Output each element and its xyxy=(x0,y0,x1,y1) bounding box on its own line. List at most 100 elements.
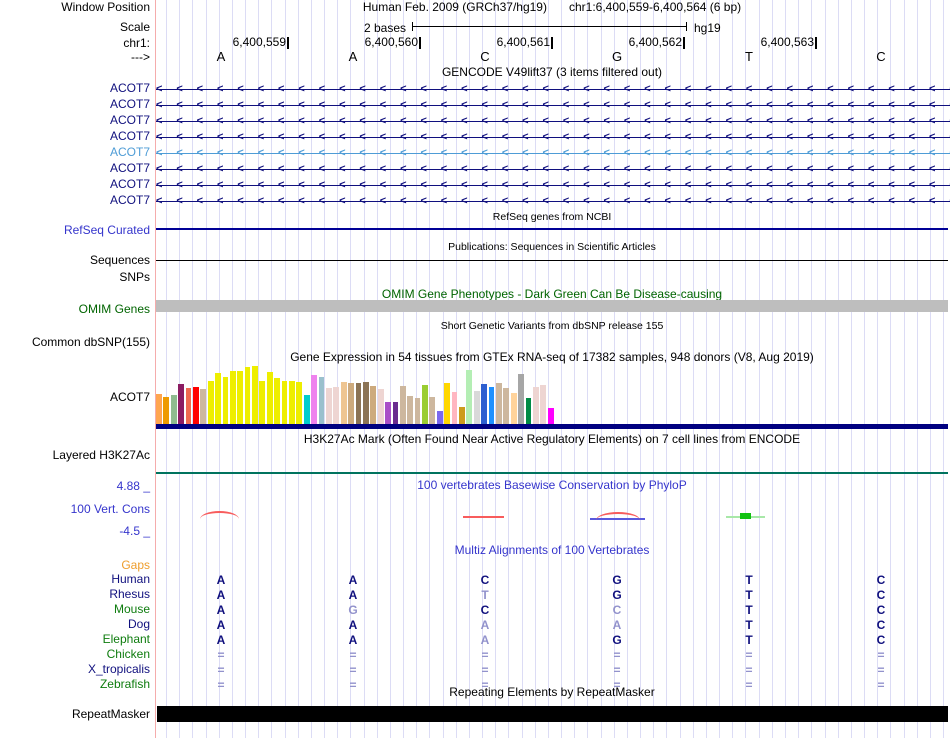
gtex-bar[interactable] xyxy=(451,392,458,425)
gene-label-acot7[interactable]: ACOT7 xyxy=(0,114,150,127)
gene-transcript-row[interactable]: < < < < < < < < < < < < < < < < < < < < … xyxy=(156,161,950,177)
gtex-bar[interactable] xyxy=(473,391,480,425)
gtex-bar[interactable] xyxy=(355,383,362,425)
gtex-bar[interactable] xyxy=(289,381,295,425)
gtex-bar[interactable] xyxy=(200,389,207,425)
phylop-positive-peak[interactable] xyxy=(596,512,640,520)
repeatmasker-item-bar[interactable] xyxy=(157,706,948,722)
gtex-bar[interactable] xyxy=(525,398,532,425)
gaps-label[interactable]: Gaps xyxy=(0,559,150,572)
omim-genes-label[interactable]: OMIM Genes xyxy=(0,303,150,316)
gtex-bar[interactable] xyxy=(185,388,192,425)
gene-label-acot7[interactable]: ACOT7 xyxy=(0,178,150,191)
gtex-gene-label[interactable]: ACOT7 xyxy=(0,391,150,404)
common-dbsnp-label[interactable]: Common dbSNP(155) xyxy=(0,336,150,349)
gtex-bar[interactable] xyxy=(362,382,369,425)
h3k27ac-baseline[interactable] xyxy=(156,472,948,474)
gene-label-acot7[interactable]: ACOT7 xyxy=(0,194,150,207)
gtex-bar[interactable] xyxy=(540,385,547,425)
gtex-bar[interactable] xyxy=(333,387,340,425)
gtex-gene-model-bar[interactable] xyxy=(156,424,948,429)
gene-transcript-row[interactable]: < < < < < < < < < < < < < < < < < < < < … xyxy=(156,97,950,113)
gtex-bar[interactable] xyxy=(547,408,554,425)
gene-transcript-row[interactable]: < < < < < < < < < < < < < < < < < < < < … xyxy=(156,129,950,145)
gtex-bar[interactable] xyxy=(370,386,377,425)
phylop-green-box[interactable] xyxy=(740,513,751,519)
coordinate-value: 6,400,563 xyxy=(760,35,814,49)
species-label-mouse[interactable]: Mouse xyxy=(0,603,150,616)
gtex-bar[interactable] xyxy=(222,377,229,425)
gtex-bar[interactable] xyxy=(348,383,354,425)
species-label-elephant[interactable]: Elephant xyxy=(0,633,150,646)
sequences-label[interactable]: Sequences xyxy=(0,254,150,267)
gtex-bar[interactable] xyxy=(518,374,524,425)
conservation-label[interactable]: 100 Vert. Cons xyxy=(0,503,150,516)
gene-transcript-row[interactable]: < < < < < < < < < < < < < < < < < < < < … xyxy=(156,81,950,97)
gtex-bar[interactable] xyxy=(274,378,281,425)
gene-transcript-row[interactable]: < < < < < < < < < < < < < < < < < < < < … xyxy=(156,193,950,209)
gtex-bar[interactable] xyxy=(170,395,177,425)
gtex-bar[interactable] xyxy=(459,407,465,425)
gtex-bar[interactable] xyxy=(163,397,170,425)
gtex-bar[interactable] xyxy=(156,394,162,425)
gene-label-acot7[interactable]: ACOT7 xyxy=(0,98,150,111)
refseq-curated-label[interactable]: RefSeq Curated xyxy=(0,224,150,237)
species-label-rhesus[interactable]: Rhesus xyxy=(0,588,150,601)
gtex-bar[interactable] xyxy=(495,383,502,425)
gtex-bar[interactable] xyxy=(429,397,436,425)
omim-gene-bar[interactable] xyxy=(156,300,948,312)
gtex-bar[interactable] xyxy=(466,370,473,425)
gtex-bar[interactable] xyxy=(215,373,221,425)
gtex-bar[interactable] xyxy=(503,388,510,425)
gtex-bar[interactable] xyxy=(311,375,317,425)
gtex-bar[interactable] xyxy=(192,387,199,425)
gtex-bar[interactable] xyxy=(377,389,384,425)
gene-label-acot7[interactable]: ACOT7 xyxy=(0,162,150,175)
species-label-dog[interactable]: Dog xyxy=(0,618,150,631)
gtex-bar[interactable] xyxy=(259,381,266,425)
gtex-bar[interactable] xyxy=(385,402,391,425)
repeatmasker-label[interactable]: RepeatMasker xyxy=(0,708,150,721)
gtex-bar[interactable] xyxy=(296,382,303,425)
gene-label-acot7[interactable]: ACOT7 xyxy=(0,130,150,143)
gtex-bar[interactable] xyxy=(281,381,288,425)
species-label-chicken[interactable]: Chicken xyxy=(0,648,150,661)
gtex-bar[interactable] xyxy=(244,367,251,425)
gtex-bar[interactable] xyxy=(481,384,487,425)
gtex-bar[interactable] xyxy=(303,395,310,425)
gtex-bar[interactable] xyxy=(399,386,406,425)
refseq-curated-item[interactable] xyxy=(156,228,948,230)
gtex-bar[interactable] xyxy=(392,402,399,425)
species-label-zebrafish[interactable]: Zebrafish xyxy=(0,678,150,691)
gtex-bar[interactable] xyxy=(407,396,414,425)
gtex-bar[interactable] xyxy=(237,371,244,425)
gtex-bar[interactable] xyxy=(510,393,517,425)
gtex-bar[interactable] xyxy=(532,387,539,425)
gtex-bar[interactable] xyxy=(318,377,325,425)
gtex-bar[interactable] xyxy=(488,387,495,425)
sequences-item[interactable] xyxy=(156,260,948,261)
gtex-bar[interactable] xyxy=(422,385,428,425)
gtex-expression-bars[interactable] xyxy=(156,366,566,425)
gtex-bar[interactable] xyxy=(229,371,236,425)
snps-label[interactable]: SNPs xyxy=(0,271,150,284)
gene-transcript-row[interactable]: < < < < < < < < < < < < < < < < < < < < … xyxy=(156,145,950,161)
gene-transcript-row[interactable]: < < < < < < < < < < < < < < < < < < < < … xyxy=(156,113,950,129)
gtex-bar[interactable] xyxy=(414,398,421,425)
gtex-bar[interactable] xyxy=(252,366,258,425)
gene-label-acot7[interactable]: ACOT7 xyxy=(0,146,150,159)
gtex-bar[interactable] xyxy=(444,383,451,425)
gtex-bar[interactable] xyxy=(207,381,214,425)
h3k27ac-label[interactable]: Layered H3K27Ac xyxy=(0,449,150,462)
phylop-mark[interactable] xyxy=(463,516,504,518)
gtex-bar[interactable] xyxy=(340,382,347,425)
gtex-bar[interactable] xyxy=(266,372,273,425)
species-label-human[interactable]: Human xyxy=(0,573,150,586)
gene-transcript-row[interactable]: < < < < < < < < < < < < < < < < < < < < … xyxy=(156,177,950,193)
gtex-bar[interactable] xyxy=(178,384,184,425)
species-label-x_tropicalis[interactable]: X_tropicalis xyxy=(0,663,150,676)
gtex-bar[interactable] xyxy=(325,388,332,425)
phylop-positive-peak[interactable] xyxy=(200,511,239,519)
gene-label-acot7[interactable]: ACOT7 xyxy=(0,82,150,95)
gtex-bar[interactable] xyxy=(436,411,443,425)
